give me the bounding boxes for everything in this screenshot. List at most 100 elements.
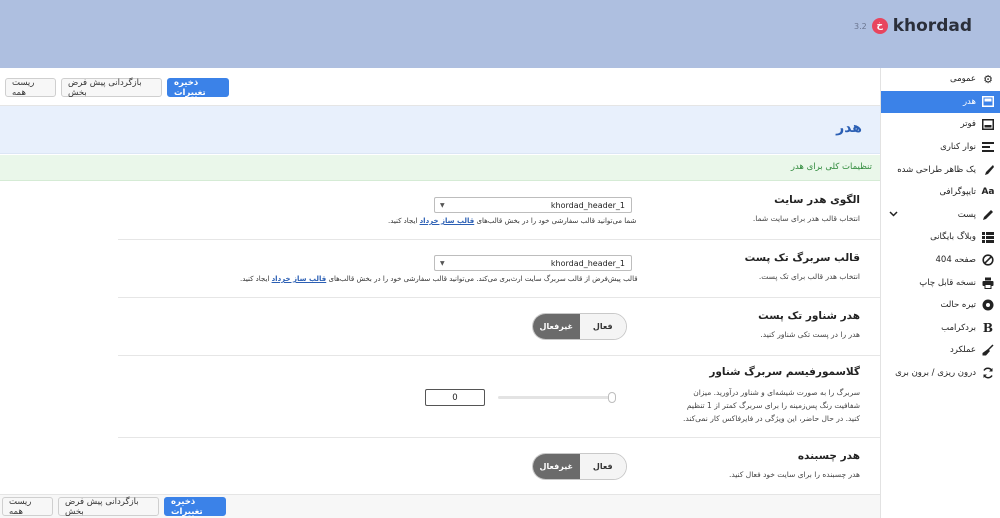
toggle-off-option[interactable]: غیرفعال: [533, 314, 580, 339]
desc-line: سربرگ را به صورت شیشه‌ای و شناور درآورید…: [693, 388, 860, 397]
setting-row-floating: هدر شناور تک پست هدر را در پست تکی شناور…: [118, 298, 880, 356]
help-text-end: ایجاد کنید.: [388, 217, 418, 225]
select-value: khordad_header_1: [550, 258, 625, 268]
logo-mark-icon: خ: [871, 18, 888, 34]
sidebar-item-label: هدر: [962, 96, 976, 107]
settings-sidebar: ⚙ عمومی هدر فوتر نوار کناری یک ظاهر طراح…: [880, 68, 1000, 518]
setting-row-site-header: الگوی هدر سایت انتخاب قالب هدر برای سایت…: [118, 182, 880, 240]
sidebar-item-label: تایپوگرافی: [939, 187, 976, 198]
sticky-header-toggle[interactable]: فعال غیرفعال: [532, 453, 627, 480]
setting-desc: انتخاب قالب هدر برای سایت شما.: [752, 214, 860, 223]
header-icon: [982, 96, 994, 108]
sidebar-item-typography[interactable]: Aa تایپوگرافی: [881, 181, 1000, 204]
sidebar-item-label: بردکرامب: [941, 322, 976, 333]
setting-help: شما می‌توانید قالب سفارشی خود را در بخش …: [388, 217, 636, 225]
toggle-off-option[interactable]: غیرفعال: [533, 454, 580, 479]
typography-icon: Aa: [981, 187, 995, 198]
template-builder-link[interactable]: قالب ساز خرداد: [272, 275, 327, 283]
bold-b-icon: B: [982, 320, 994, 335]
header-template-select[interactable]: khordad_header_1 ▼: [434, 197, 632, 213]
setting-title: گلاسمورفیسم سربرگ شناور: [709, 366, 860, 378]
sidebar-item-label: عمومی: [949, 74, 976, 85]
save-button[interactable]: ذخیره تغییرات: [164, 497, 226, 517]
template-builder-link[interactable]: قالب ساز خرداد: [420, 217, 475, 225]
help-text-end: ایجاد کنید.: [240, 275, 270, 283]
sidebar-item-import-export[interactable]: درون ریزی / برون بری: [881, 362, 1000, 385]
sidebar-item-header[interactable]: هدر: [881, 90, 1000, 114]
moon-icon: [982, 299, 994, 311]
opacity-slider[interactable]: [498, 392, 616, 403]
setting-desc: سربرگ را به صورت شیشه‌ای و شناور درآورید…: [683, 386, 860, 425]
single-header-select[interactable]: khordad_header_1 ▼: [434, 255, 632, 271]
setting-title: هدر چسبنده: [797, 450, 860, 462]
opacity-value-input[interactable]: 0: [425, 389, 485, 406]
desc-line: شفافیت رنگ پس‌زمینه را برای سربرگ کمتر ا…: [686, 401, 860, 410]
notice-text: تنظیمات کلی برای هدر: [790, 162, 872, 172]
setting-row-single-header: قالب سربرگ تک پست انتخاب هدر قالب برای ت…: [118, 240, 880, 298]
sidebar-item-sidebar[interactable]: نوار کناری: [881, 136, 1000, 159]
restore-section-button[interactable]: بازگردانی پیش فرض بخش: [58, 497, 159, 517]
printer-icon: [982, 277, 994, 289]
sidebar-item-label: فوتر: [960, 119, 976, 130]
chevron-down-icon: ▼: [440, 260, 445, 267]
reset-all-button[interactable]: ریست همه: [2, 497, 53, 517]
toggle-on-option[interactable]: فعال: [579, 314, 626, 339]
restore-section-button[interactable]: بازگردانی پیش فرض بخش: [61, 78, 162, 98]
help-text: قالب پیش‌فرض از قالب سربرگ سایت ارث‌بری …: [328, 275, 638, 283]
brand-name: khordad: [892, 16, 972, 36]
sidebar-item-performance[interactable]: عملکرد: [881, 339, 1000, 362]
sidebar-item-label: درون ریزی / برون بری: [895, 368, 976, 379]
floating-header-toggle[interactable]: فعال غیرفعال: [532, 313, 627, 340]
version-label: 3.2: [853, 21, 867, 31]
sidebar-item-label: نسخه قابل چاپ: [919, 277, 976, 288]
toggle-on-option[interactable]: فعال: [579, 454, 626, 479]
reset-all-button[interactable]: ریست همه: [5, 78, 56, 98]
sidebar-item-archive[interactable]: وبلاگ بایگانی: [881, 226, 1000, 249]
gear-icon: ⚙: [983, 72, 993, 86]
sidebar-item-footer[interactable]: فوتر: [881, 113, 1000, 136]
brush-icon: [982, 164, 994, 176]
sidebar-item-label: صفحه 404: [935, 255, 977, 266]
sidebar-item-label: یک ظاهر طراحی شده: [897, 164, 976, 175]
setting-help: قالب پیش‌فرض از قالب سربرگ سایت ارث‌بری …: [240, 275, 638, 283]
sync-icon: [982, 367, 994, 379]
setting-row-glassmorphism: گلاسمورفیسم سربرگ شناور سربرگ را به صورت…: [118, 356, 880, 438]
pen-icon: [982, 209, 994, 221]
sidebar-item-label: عملکرد: [950, 345, 976, 356]
sidebar-item-styled[interactable]: یک ظاهر طراحی شده: [881, 158, 1000, 181]
chevron-down-icon: ▼: [440, 202, 445, 209]
top-action-bar: ذخیره تغییرات بازگردانی پیش فرض بخش ریست…: [0, 68, 880, 106]
top-banner: 3.2 خ khordad: [0, 0, 1000, 68]
setting-desc: هدر چسبنده را برای سایت خود فعال کنید.: [728, 470, 860, 479]
sidebar-item-breadcrumb[interactable]: B بردکرامب: [881, 317, 1000, 340]
info-notice: تنظیمات کلی برای هدر: [0, 155, 880, 181]
sidebar-item-label: وبلاگ بایگانی: [930, 232, 976, 243]
slider-handle[interactable]: [608, 392, 616, 403]
sidebar-item-label: تیره حالت: [940, 300, 976, 311]
sidebar-lines-icon: [982, 141, 994, 153]
block-icon: [982, 254, 994, 266]
sidebar-item-label: نوار کناری: [940, 142, 976, 153]
sidebar-item-print[interactable]: نسخه قابل چاپ: [881, 271, 1000, 294]
help-text: شما می‌توانید قالب سفارشی خود را در بخش …: [476, 217, 637, 225]
sidebar-item-label: پست: [957, 209, 976, 220]
brand-logo: 3.2 خ khordad: [854, 16, 972, 36]
broom-icon: [982, 344, 994, 356]
setting-title: الگوی هدر سایت: [774, 194, 860, 206]
sidebar-item-post[interactable]: پست: [881, 204, 1000, 227]
list-icon: [982, 231, 994, 243]
desc-line: کنید. در حال حاضر، این ویژگی در فایرفاکس…: [683, 414, 860, 423]
main-panel: ذخیره تغییرات بازگردانی پیش فرض بخش ریست…: [0, 68, 880, 518]
setting-desc: هدر را در پست تکی شناور کنید.: [760, 330, 860, 339]
page-header: هدر: [0, 106, 880, 154]
sidebar-item-404[interactable]: صفحه 404: [881, 249, 1000, 272]
save-button[interactable]: ذخیره تغییرات: [167, 78, 229, 98]
chevron-down-icon[interactable]: [889, 210, 898, 220]
bottom-action-bar: ذخیره تغییرات بازگردانی پیش فرض بخش ریست…: [0, 494, 880, 518]
footer-icon: [982, 118, 994, 130]
sidebar-item-dark-mode[interactable]: تیره حالت: [881, 294, 1000, 317]
page-title: هدر: [836, 120, 862, 136]
sidebar-item-general[interactable]: ⚙ عمومی: [881, 68, 1000, 91]
select-value: khordad_header_1: [550, 200, 625, 210]
setting-row-sticky: هدر چسبنده هدر چسبنده را برای سایت خود ف…: [118, 438, 880, 494]
